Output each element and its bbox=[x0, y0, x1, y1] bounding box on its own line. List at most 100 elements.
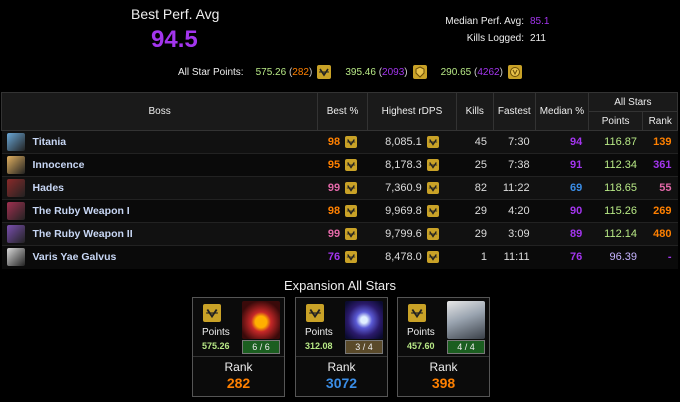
ultimate-icon[interactable] bbox=[306, 304, 324, 322]
best-percent-value: 95 bbox=[327, 158, 341, 171]
ultimate-icon[interactable] bbox=[426, 251, 439, 264]
boss-cell[interactable]: Titania bbox=[1, 130, 318, 154]
all-star-points-value: 118.65 bbox=[588, 176, 643, 200]
table-row[interactable]: Titania 98 8,085.1 45 7:30 94 116.87 139 bbox=[1, 130, 678, 154]
col-boss[interactable]: Boss bbox=[0, 92, 319, 131]
ultimate-icon[interactable] bbox=[408, 304, 426, 322]
table-row[interactable]: Varis Yae Galvus 76 8,478.0 1 11:11 76 96.39- bbox=[1, 245, 678, 269]
median-perf-row: Median Perf. Avg: 85.1 bbox=[445, 16, 550, 27]
ultimate-icon[interactable] bbox=[426, 136, 439, 149]
all-star-group-1: 575.26 (282) bbox=[250, 65, 332, 79]
col-best[interactable]: Best % bbox=[317, 92, 368, 131]
boss-rankings-table: Boss Best % Highest rDPS Kills Fastest M… bbox=[0, 92, 679, 269]
boss-name-link[interactable]: Titania bbox=[33, 136, 67, 148]
col-points[interactable]: Points bbox=[587, 111, 644, 131]
kills-logged-value: 211 bbox=[530, 33, 546, 44]
crystal-orb-art bbox=[345, 301, 383, 339]
col-rdps[interactable]: Highest rDPS bbox=[366, 92, 458, 131]
col-fastest[interactable]: Fastest bbox=[492, 92, 537, 131]
rdps-cell: 8,478.0 bbox=[367, 245, 457, 269]
kills-value: 29 bbox=[456, 199, 494, 223]
all-star-rank-value: 282 bbox=[292, 66, 309, 78]
boss-name-link[interactable]: The Ruby Weapon I bbox=[33, 205, 130, 217]
best-percent-value: 98 bbox=[327, 135, 341, 148]
card-rank-label: Rank bbox=[327, 360, 356, 374]
expansion-card[interactable]: Points 312.08 3 / 4 Rank 3072 bbox=[295, 297, 388, 397]
col-all-stars: All Stars bbox=[587, 92, 679, 112]
card-progress-badge: 4 / 4 bbox=[447, 340, 485, 354]
fastest-value: 7:38 bbox=[493, 153, 536, 177]
ultimate-icon[interactable] bbox=[345, 228, 358, 241]
col-kills[interactable]: Kills bbox=[456, 92, 494, 131]
boss-name-link[interactable]: Innocence bbox=[33, 159, 85, 171]
table-row[interactable]: Hades 99 7,360.9 82 11:22 69 118.65 55 bbox=[1, 176, 678, 200]
all-star-points-value: 575.26 bbox=[255, 66, 287, 78]
rdps-cell: 7,360.9 bbox=[367, 176, 457, 200]
all-star-points-value: 115.26 bbox=[588, 199, 643, 223]
boss-cell[interactable]: The Ruby Weapon II bbox=[1, 222, 318, 246]
performance-header: Best Perf. Avg 94.5 Median Perf. Avg: 85.… bbox=[0, 0, 680, 90]
ultimate-icon[interactable] bbox=[345, 251, 358, 264]
table-row[interactable]: The Ruby Weapon I 98 9,969.8 29 4:20 90 115.26… bbox=[1, 199, 678, 223]
ultimate-icon[interactable] bbox=[345, 159, 358, 172]
ultimate-icon[interactable] bbox=[426, 205, 439, 218]
ultimate-icon[interactable] bbox=[317, 65, 332, 79]
card-progress-badge: 3 / 4 bbox=[345, 340, 383, 354]
boss-cell[interactable]: Varis Yae Galvus bbox=[1, 245, 318, 269]
expansion-card[interactable]: Points 575.26 6 / 6 Rank 282 bbox=[192, 297, 285, 397]
kills-logged-label: Kills Logged: bbox=[466, 33, 524, 44]
ultimate-icon[interactable] bbox=[426, 182, 439, 195]
fastest-value: 3:09 bbox=[493, 222, 536, 246]
median-percent-value: 76 bbox=[535, 245, 589, 269]
col-median[interactable]: Median % bbox=[535, 92, 589, 131]
rdps-value: 9,799.6 bbox=[385, 227, 422, 240]
all-star-points-value: 112.14 bbox=[588, 222, 643, 246]
boss-name-link[interactable]: Varis Yae Galvus bbox=[33, 251, 117, 263]
col-rank[interactable]: Rank bbox=[642, 111, 678, 131]
card-points-label: Points bbox=[407, 327, 435, 338]
table-row[interactable]: Innocence 95 8,178.3 25 7:38 91 112.34 361 bbox=[1, 153, 678, 177]
median-perf-label: Median Perf. Avg: bbox=[445, 16, 524, 27]
ultimate-icon[interactable] bbox=[345, 182, 358, 195]
all-star-rank-value: 480 bbox=[642, 222, 678, 246]
rdps-value: 8,085.1 bbox=[385, 135, 422, 148]
boss-name-link[interactable]: The Ruby Weapon II bbox=[33, 228, 133, 240]
expansion-card[interactable]: Points 457.60 4 / 4 Rank 398 bbox=[397, 297, 490, 397]
boss-portrait-icon bbox=[6, 133, 25, 151]
median-percent-value: 69 bbox=[535, 176, 589, 200]
kills-value: 29 bbox=[456, 222, 494, 246]
ultimate-icon[interactable] bbox=[426, 159, 439, 172]
savage-mask-art bbox=[242, 301, 280, 339]
all-star-rank-value: 55 bbox=[642, 176, 678, 200]
gold-emblem-icon[interactable] bbox=[507, 65, 522, 79]
all-star-rank-value: 361 bbox=[642, 153, 678, 177]
ultimate-icon[interactable] bbox=[203, 304, 221, 322]
median-percent-value: 91 bbox=[535, 153, 589, 177]
boss-cell[interactable]: Hades bbox=[1, 176, 318, 200]
gold-shield-icon[interactable] bbox=[412, 65, 427, 79]
card-points-value: 312.08 bbox=[305, 341, 333, 351]
median-percent-value: 89 bbox=[535, 222, 589, 246]
boss-name-link[interactable]: Hades bbox=[33, 182, 65, 194]
ultimate-icon[interactable] bbox=[426, 228, 439, 241]
card-points-value: 575.26 bbox=[202, 341, 230, 351]
card-points-value: 457.60 bbox=[407, 341, 435, 351]
card-rank-label: Rank bbox=[429, 360, 458, 374]
kills-value: 25 bbox=[456, 153, 494, 177]
median-perf-value: 85.1 bbox=[530, 16, 550, 27]
expansion-all-stars-title: Expansion All Stars bbox=[283, 278, 396, 293]
card-points-label: Points bbox=[305, 327, 333, 338]
fastest-value: 11:11 bbox=[493, 245, 536, 269]
all-star-rank-value: 139 bbox=[642, 130, 678, 154]
all-star-points-label: All Star Points: bbox=[178, 66, 244, 78]
boss-cell[interactable]: The Ruby Weapon I bbox=[1, 199, 318, 223]
table-row[interactable]: The Ruby Weapon II 99 9,799.6 29 3:09 89 112.1… bbox=[1, 222, 678, 246]
ultimate-icon[interactable] bbox=[345, 136, 358, 149]
median-percent-value: 90 bbox=[535, 199, 589, 223]
card-rank-value: 3072 bbox=[325, 375, 358, 391]
boss-cell[interactable]: Innocence bbox=[1, 153, 318, 177]
ultimate-icon[interactable] bbox=[345, 205, 358, 218]
kills-logged-row: Kills Logged: 211 bbox=[467, 33, 558, 44]
best-percent-value: 99 bbox=[327, 181, 341, 194]
kills-value: 45 bbox=[456, 130, 494, 154]
